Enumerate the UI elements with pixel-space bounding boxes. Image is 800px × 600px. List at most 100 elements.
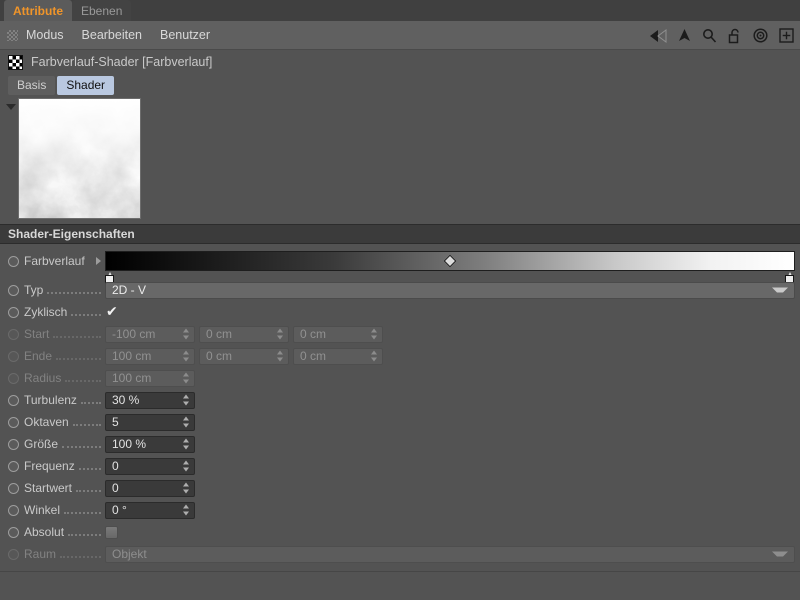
leader-winkel <box>64 502 101 514</box>
back-arrow-icon[interactable] <box>649 28 667 43</box>
animate-dot-ende[interactable] <box>8 350 19 362</box>
animate-dot-radius[interactable] <box>8 372 19 384</box>
start-y-field[interactable]: 0 cm <box>199 325 289 343</box>
spinner-icon[interactable] <box>277 328 284 341</box>
label-typ: Typ <box>24 283 44 297</box>
spinner-icon[interactable] <box>277 350 284 363</box>
tab-attribute[interactable]: Attribute <box>4 0 72 21</box>
spinner-icon[interactable] <box>183 328 190 341</box>
frequenz-value: 0 <box>112 459 119 473</box>
animate-dot-raum[interactable] <box>8 548 19 560</box>
tab-ebenen-label: Ebenen <box>81 3 123 18</box>
leader-frequenz <box>78 458 101 470</box>
animate-dot-winkel[interactable] <box>8 504 19 516</box>
row-absolut: Absolut <box>0 521 800 543</box>
menu-bar: Modus Bearbeiten Benutzer <box>0 21 800 50</box>
collapse-triangle-icon[interactable] <box>6 104 16 110</box>
leader-radius <box>65 370 101 382</box>
animate-dot-farbverlauf[interactable] <box>8 255 19 267</box>
start-z-value: 0 cm <box>300 327 327 341</box>
turbulence-noise-image <box>19 99 140 218</box>
row-oktaven: Oktaven 5 <box>0 411 800 433</box>
section-title: Shader-Eigenschaften <box>8 227 135 241</box>
start-y-value: 0 cm <box>206 327 233 341</box>
spinner-icon[interactable] <box>371 328 378 341</box>
raum-dropdown[interactable]: Objekt <box>105 545 795 563</box>
turbulenz-value: 30 % <box>112 393 140 407</box>
up-arrow-icon[interactable] <box>678 28 691 43</box>
animate-dot-start[interactable] <box>8 328 19 340</box>
startwert-field[interactable]: 0 <box>105 479 195 497</box>
tab-attribute-label: Attribute <box>13 3 63 18</box>
row-start: Start -100 cm 0 cm 0 cm <box>0 323 800 345</box>
leader-startwert <box>76 480 101 492</box>
tab-ebenen[interactable]: Ebenen <box>72 0 132 21</box>
spinner-icon[interactable] <box>183 416 190 429</box>
search-icon[interactable] <box>702 28 717 43</box>
shader-tab-strip: Basis Shader <box>0 74 800 96</box>
object-header: Farbverlauf-Shader [Farbverlauf] <box>0 50 800 74</box>
animate-dot-absolut[interactable] <box>8 526 19 538</box>
spinner-icon[interactable] <box>183 350 190 363</box>
menu-item-benutzer[interactable]: Benutzer <box>160 28 210 42</box>
leader-turbulenz <box>80 392 101 404</box>
label-raum: Raum <box>24 547 57 561</box>
grip-dots-icon[interactable] <box>7 29 18 41</box>
start-x-field[interactable]: -100 cm <box>105 325 195 343</box>
typ-dropdown[interactable]: 2D - V <box>105 281 795 299</box>
radius-field[interactable]: 100 cm <box>105 369 195 387</box>
turbulenz-field[interactable]: 30 % <box>105 391 195 409</box>
absolut-checkbox-unchecked[interactable] <box>105 525 118 539</box>
frequenz-field[interactable]: 0 <box>105 457 195 475</box>
target-icon[interactable] <box>753 28 768 43</box>
gradient-editor[interactable] <box>105 251 795 284</box>
ende-x-field[interactable]: 100 cm <box>105 347 195 365</box>
gradient-interpolation-handle[interactable] <box>443 254 457 268</box>
expand-arrow-icon[interactable] <box>96 257 101 265</box>
unlock-padlock-icon[interactable] <box>728 28 742 44</box>
ende-y-field[interactable]: 0 cm <box>199 347 289 365</box>
row-typ: Typ 2D - V <box>0 279 800 301</box>
animate-dot-typ[interactable] <box>8 284 19 296</box>
start-z-field[interactable]: 0 cm <box>293 325 383 343</box>
window-tab-strip: Attribute Ebenen <box>0 0 800 21</box>
groesse-value: 100 % <box>112 437 147 451</box>
parameter-list: Farbverlauf Typ 2D - V Zyklisch ✔ Start … <box>0 244 800 565</box>
attribute-manager-window: Attribute Ebenen Modus Bearbeiten Benutz… <box>0 0 800 600</box>
leader-zyklisch <box>71 304 101 316</box>
spinner-icon[interactable] <box>183 460 190 473</box>
row-startwert: Startwert 0 <box>0 477 800 499</box>
leader-start <box>53 326 101 338</box>
label-startwert: Startwert <box>24 481 73 495</box>
spinner-icon[interactable] <box>183 372 190 385</box>
spinner-icon[interactable] <box>183 504 190 517</box>
typ-dropdown-value: 2D - V <box>112 283 147 297</box>
tab-basis[interactable]: Basis <box>8 75 56 95</box>
chevron-down-icon <box>772 551 788 557</box>
ende-z-field[interactable]: 0 cm <box>293 347 383 365</box>
shader-preview-thumbnail[interactable] <box>18 98 141 219</box>
row-frequenz: Frequenz 0 <box>0 455 800 477</box>
menu-item-bearbeiten[interactable]: Bearbeiten <box>82 28 142 42</box>
oktaven-field[interactable]: 5 <box>105 413 195 431</box>
animate-dot-frequenz[interactable] <box>8 460 19 472</box>
zyklisch-checkbox-checked[interactable]: ✔ <box>106 305 118 319</box>
animate-dot-groesse[interactable] <box>8 438 19 450</box>
spinner-icon[interactable] <box>183 438 190 451</box>
plus-box-icon[interactable] <box>779 28 794 43</box>
menu-item-modus[interactable]: Modus <box>26 28 64 42</box>
leader-oktaven <box>72 414 101 426</box>
animate-dot-zyklisch[interactable] <box>8 306 19 318</box>
row-turbulenz: Turbulenz 30 % <box>0 389 800 411</box>
groesse-field[interactable]: 100 % <box>105 435 195 453</box>
spinner-icon[interactable] <box>183 482 190 495</box>
gradient-bar[interactable] <box>105 251 795 271</box>
animate-dot-turbulenz[interactable] <box>8 394 19 406</box>
spinner-icon[interactable] <box>183 394 190 407</box>
winkel-field[interactable]: 0 ° <box>105 501 195 519</box>
ende-x-value: 100 cm <box>112 349 152 363</box>
tab-shader[interactable]: Shader <box>57 75 115 95</box>
spinner-icon[interactable] <box>371 350 378 363</box>
animate-dot-oktaven[interactable] <box>8 416 19 428</box>
animate-dot-startwert[interactable] <box>8 482 19 494</box>
